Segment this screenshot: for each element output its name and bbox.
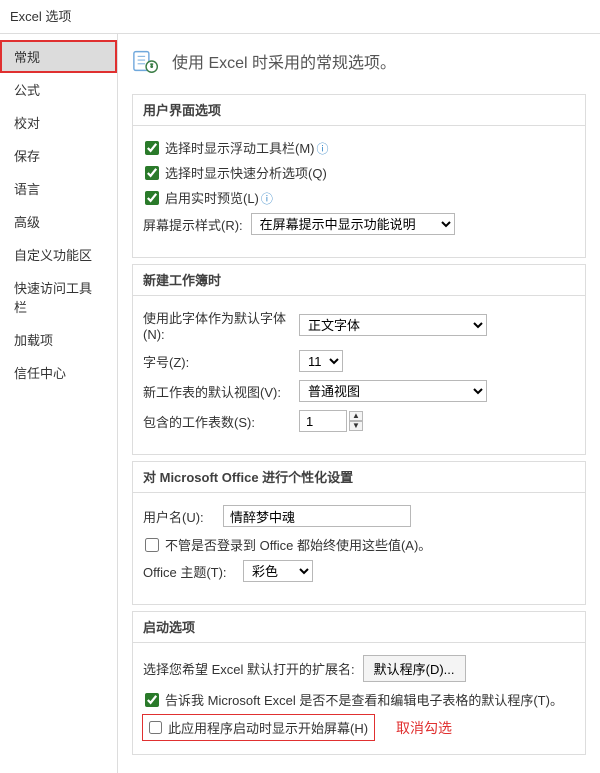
default-programs-button[interactable]: 默认程序(D)... <box>363 655 466 682</box>
sidebar-item-advanced[interactable]: 高级 <box>0 205 117 238</box>
always-use-label: 不管是否登录到 Office 都始终使用这些值(A)。 <box>165 535 431 554</box>
office-theme-select[interactable]: 彩色 <box>243 560 313 582</box>
sidebar-item-trust-center[interactable]: 信任中心 <box>0 356 117 389</box>
dialog-title: Excel 选项 <box>0 0 600 34</box>
section-new-workbook: 新建工作簿时 <box>133 265 585 296</box>
default-view-select[interactable]: 普通视图 <box>299 380 487 402</box>
sidebar-item-save[interactable]: 保存 <box>0 139 117 172</box>
show-start-screen-checkbox[interactable] <box>149 721 162 734</box>
enable-live-preview-label: 启用实时预览(L)ⓘ <box>165 188 273 207</box>
enable-live-preview-checkbox[interactable] <box>145 191 159 205</box>
default-font-label: 使用此字体作为默认字体(N): <box>143 308 291 342</box>
sidebar-item-formulas[interactable]: 公式 <box>0 73 117 106</box>
show-mini-toolbar-checkbox[interactable] <box>145 141 159 155</box>
section-startup: 启动选项 <box>133 612 585 643</box>
sidebar-item-addins[interactable]: 加载项 <box>0 323 117 356</box>
show-mini-toolbar-label: 选择时显示浮动工具栏(M)ⓘ <box>165 138 329 157</box>
always-use-checkbox[interactable] <box>145 538 159 552</box>
spinner-up-icon[interactable]: ▲ <box>349 411 363 421</box>
main-panel: 使用 Excel 时采用的常规选项。 用户界面选项 选择时显示浮动工具栏(M)ⓘ… <box>118 34 600 773</box>
username-label: 用户名(U): <box>143 507 215 526</box>
sheets-count-label: 包含的工作表数(S): <box>143 412 291 431</box>
font-size-select[interactable]: 11 <box>299 350 343 372</box>
spinner-down-icon[interactable]: ▼ <box>349 421 363 431</box>
info-icon[interactable]: ⓘ <box>317 142 329 156</box>
sidebar-item-quick-access[interactable]: 快速访问工具栏 <box>0 271 117 323</box>
annotation-text: 取消勾选 <box>396 718 452 738</box>
options-icon <box>132 46 162 76</box>
default-view-label: 新工作表的默认视图(V): <box>143 382 291 401</box>
sidebar-item-proofing[interactable]: 校对 <box>0 106 117 139</box>
section-personalize: 对 Microsoft Office 进行个性化设置 <box>133 462 585 493</box>
header-subtitle: 使用 Excel 时采用的常规选项。 <box>172 49 396 73</box>
office-theme-label: Office 主题(T): <box>143 562 235 581</box>
tell-me-default-checkbox[interactable] <box>145 693 159 707</box>
sidebar-item-language[interactable]: 语言 <box>0 172 117 205</box>
font-size-label: 字号(Z): <box>143 352 291 371</box>
extensions-label: 选择您希望 Excel 默认打开的扩展名: <box>143 659 355 678</box>
screen-tip-select[interactable]: 在屏幕提示中显示功能说明 <box>251 213 455 235</box>
screen-tip-label: 屏幕提示样式(R): <box>143 215 243 234</box>
sidebar: 常规 公式 校对 保存 语言 高级 自定义功能区 快速访问工具栏 加载项 信任中… <box>0 34 118 773</box>
show-quick-analysis-label: 选择时显示快速分析选项(Q) <box>165 163 327 182</box>
sidebar-item-customize-ribbon[interactable]: 自定义功能区 <box>0 238 117 271</box>
default-font-select[interactable]: 正文字体 <box>299 314 487 336</box>
tell-me-default-label: 告诉我 Microsoft Excel 是否不是查看和编辑电子表格的默认程序(T… <box>165 690 563 709</box>
sidebar-item-general[interactable]: 常规 <box>0 40 117 73</box>
sheets-count-input[interactable] <box>299 410 347 432</box>
section-ui-options: 用户界面选项 <box>133 95 585 126</box>
show-quick-analysis-checkbox[interactable] <box>145 166 159 180</box>
username-input[interactable] <box>223 505 411 527</box>
show-start-screen-label: 此应用程序启动时显示开始屏幕(H) <box>168 718 368 737</box>
info-icon[interactable]: ⓘ <box>261 192 273 206</box>
